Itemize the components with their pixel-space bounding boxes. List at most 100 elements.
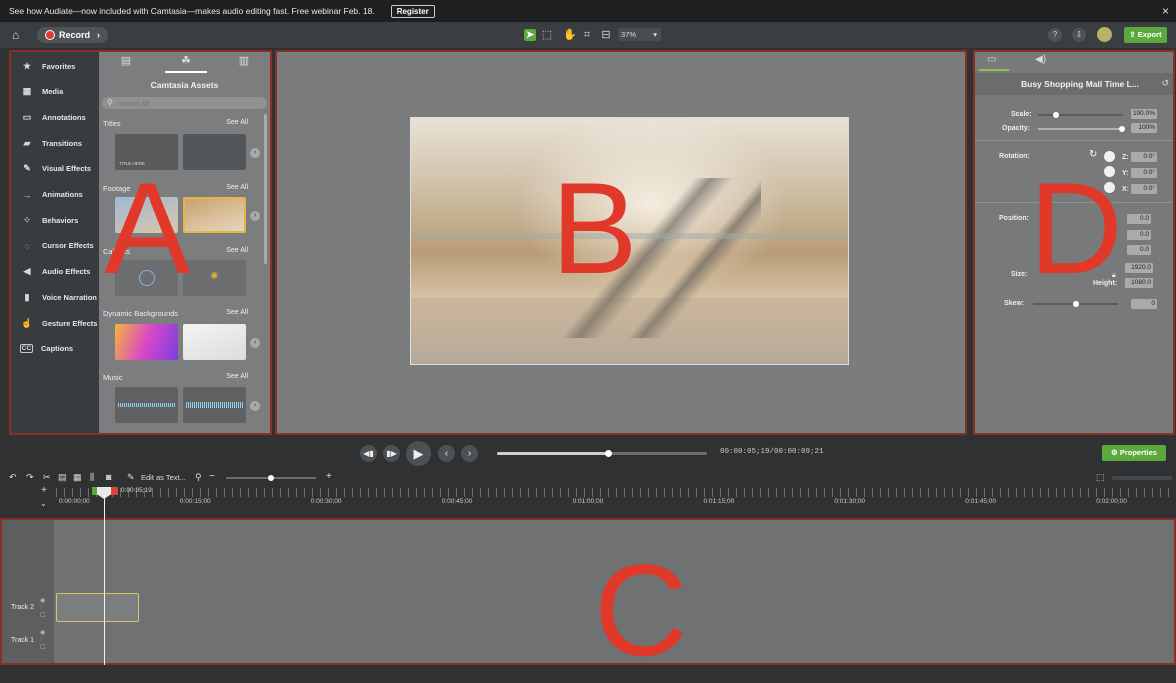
search-field[interactable]: ⚲ [102,97,267,111]
tab-library-icon[interactable]: ▥ [223,52,265,71]
track-2-controls[interactable]: ◉ ◌ ▢ [40,598,46,619]
sidebar-item-cursor-effects[interactable]: ◌ Cursor Effects [11,233,101,259]
chevron-right-icon[interactable]: › [250,211,260,221]
music-thumbnail[interactable] [183,387,246,423]
crop-tool-icon[interactable]: ⌗ [581,29,593,41]
step-back-icon[interactable]: ◀▮ [360,445,377,462]
see-all-backgrounds[interactable]: See All [226,309,248,316]
visual-tab-icon[interactable]: ▭ [987,54,996,65]
axis-x-label: X: [1122,186,1129,193]
background-thumbnail[interactable] [183,324,246,360]
sidebar-item-media[interactable]: ▦ Media [11,79,101,105]
scale-value[interactable]: 100.0% [1131,109,1157,119]
scale-knob[interactable] [1053,112,1059,118]
sidebar-item-behaviors[interactable]: ⁘ Behaviors [11,207,101,233]
chevron-right-icon[interactable]: › [250,338,260,348]
timeline-scroll[interactable] [1112,476,1172,480]
snapshot-icon[interactable]: ◙ [106,472,111,482]
download-icon[interactable]: ⇩ [1072,28,1086,42]
audio-tab-icon[interactable]: ◀) [1035,54,1046,65]
sidebar-item-captions[interactable]: CC Captions [11,336,101,362]
next-icon[interactable]: › [461,445,478,462]
tab-assets-icon[interactable]: ☘ [165,52,207,73]
avatar[interactable] [1097,27,1112,42]
track-1-controls[interactable]: ◉ ◌ ▢ [40,630,46,651]
previous-icon[interactable]: ‹ [438,445,455,462]
zoom-out-icon[interactable]: − [209,471,215,482]
position-y-value[interactable]: 0.0 [1127,230,1151,240]
sidebar-item-gesture-effects[interactable]: ☝ Gesture Effects [11,310,101,336]
title-thumbnail[interactable] [183,134,246,170]
fit-tool-icon[interactable]: ⊟ [600,29,612,41]
properties-button[interactable]: ⚙ Properties [1102,445,1166,461]
step-forward-icon[interactable]: ▮▶ [383,445,400,462]
position-z-value[interactable]: 0.0 [1127,245,1151,255]
sidebar-item-label: Media [42,87,64,97]
edit-text-icon[interactable]: ✎ [127,472,135,483]
sidebar-item-favorites[interactable]: ★ Favorites [11,53,101,79]
width-value[interactable]: 1920.0 [1125,263,1153,273]
add-track-icon[interactable]: + [41,485,47,496]
rotation-x-value[interactable]: 0.0° [1131,184,1157,194]
zoom-in-icon[interactable]: + [326,471,332,482]
undo-icon[interactable]: ↶ [9,472,17,483]
zoom-icon[interactable]: ⚲ [195,472,202,483]
height-value[interactable]: 1080.0 [1125,278,1153,288]
cut-icon[interactable]: ✂ [43,472,51,483]
see-all-callouts[interactable]: See All [226,247,248,254]
footage-thumbnail[interactable] [183,197,246,233]
rotation-y-value[interactable]: 0.0° [1131,168,1157,178]
search-input[interactable] [116,97,260,111]
position-x-value[interactable]: 0.0 [1127,214,1151,224]
sidebar-item-voice-narration[interactable]: ▮ Voice Narration [11,284,101,310]
expand-timeline-icon[interactable]: ⬚ [1096,472,1105,483]
zoom-knob[interactable] [268,475,274,481]
sidebar-item-animations[interactable]: → Animations [11,182,101,208]
redo-icon[interactable]: ↷ [26,472,34,483]
copy-icon[interactable]: ▤ [58,472,67,483]
opacity-knob[interactable] [1119,126,1125,132]
chevron-right-icon[interactable]: › [250,401,260,411]
zoom-select[interactable]: 37% ▾ [618,28,661,41]
close-banner-icon[interactable]: × [1162,4,1169,18]
rotation-z-value[interactable]: 0.0° [1131,152,1157,162]
scrollbar[interactable] [264,114,267,264]
sidebar-item-transitions[interactable]: ▰ Transitions [11,130,101,156]
callout-thumbnail[interactable]: ✺ [183,260,246,296]
edit-tool-icon[interactable]: ⬚ [541,29,553,41]
reset-icon[interactable]: ↺ [1161,78,1169,89]
help-button[interactable]: ? [1048,28,1062,42]
paste-icon[interactable]: ▦ [73,472,82,483]
tab-media-bin-icon[interactable]: ▤ [105,52,147,71]
edit-as-text-button[interactable]: Edit as Text... [141,473,186,482]
see-all-titles[interactable]: See All [226,119,248,126]
see-all-footage[interactable]: See All [226,184,248,191]
chevron-right-icon[interactable]: › [250,148,260,158]
export-button[interactable]: ⇪ Export [1124,27,1167,43]
see-all-music[interactable]: See All [226,373,248,380]
background-thumbnail[interactable] [115,324,178,360]
scrubber-knob[interactable] [605,450,613,457]
opacity-value[interactable]: 100% [1131,123,1157,133]
skew-knob[interactable] [1073,301,1079,307]
play-button[interactable]: ▶ [406,441,431,466]
select-tool-icon[interactable]: ➤ [524,29,536,41]
track-2-label[interactable]: Track 2 [11,604,34,611]
scale-slider[interactable] [1038,114,1123,116]
video-clip[interactable] [56,593,139,622]
track-1-label[interactable]: Track 1 [11,637,34,644]
split-icon[interactable]: ⫼ [90,472,94,483]
register-button[interactable]: Register [390,4,435,18]
chevron-down-icon[interactable]: ⌄ [40,499,47,508]
sidebar-item-visual-effects[interactable]: ✎ Visual Effects [11,156,101,182]
sidebar-item-audio-effects[interactable]: ◀ Audio Effects [11,259,101,285]
opacity-slider[interactable] [1038,128,1123,130]
music-thumbnail[interactable] [115,387,178,423]
record-button[interactable]: Record › [37,27,109,43]
playhead-line[interactable] [104,496,105,665]
sidebar-item-annotations[interactable]: ▭ Annotations [11,104,101,130]
scrubber-track[interactable] [497,450,707,457]
home-icon[interactable]: ⌂ [12,28,19,42]
skew-value[interactable]: 0 [1131,299,1157,309]
pan-tool-icon[interactable]: ✋ [563,29,577,41]
